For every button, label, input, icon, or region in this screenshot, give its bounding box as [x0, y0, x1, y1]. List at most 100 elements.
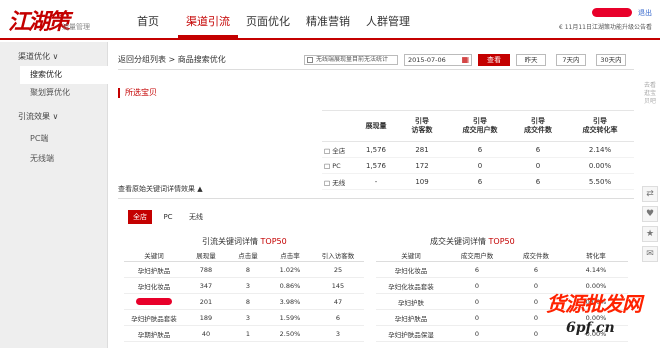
summary-cvr: 2.14% — [588, 145, 612, 154]
summary-row-name: PC — [332, 161, 341, 170]
floating-toolbar: 去看逛宝贝吧 ⇄ ♥ ★ ✉ — [640, 42, 660, 348]
deal-col-cvr: 转化率 — [586, 251, 606, 260]
traffic-col-visitors: 引入访客数 — [321, 251, 355, 260]
calendar-icon[interactable]: ▦ — [461, 56, 469, 64]
keyword-cell[interactable]: 孕期护肤品 — [124, 329, 184, 339]
device-icon: □ — [324, 161, 333, 170]
toolbar: 返回分组列表 > 商品搜索优化 无线端展现量目前无法统计 2015-07-06 … — [118, 52, 634, 70]
summary-items: 6 — [535, 177, 541, 186]
summary-row: □ 全店 1,576 281 6 6 2.14% — [322, 142, 634, 158]
date-input[interactable]: 2015-07-06 ▦ — [404, 54, 472, 66]
sidebar-item-search[interactable]: 搜索优化 — [20, 66, 108, 84]
heart-icon[interactable]: ♥ — [642, 206, 658, 222]
value-cell: 201 — [199, 297, 213, 306]
breadcrumb[interactable]: 返回分组列表 > 商品搜索优化 — [118, 54, 226, 65]
floating-hint: 去看逛宝贝吧 — [644, 82, 657, 105]
value-cell: 1 — [245, 329, 251, 338]
items-header: 引导 成交件数 — [524, 117, 552, 134]
keyword-cell[interactable]: 孕妇护肤品保湿 — [376, 329, 446, 339]
value-cell: 0 — [474, 313, 480, 322]
nav-channel[interactable]: 渠道引流 — [178, 0, 238, 38]
value-cell: 25 — [333, 265, 343, 274]
star-icon[interactable]: ★ — [642, 226, 658, 242]
nav-home[interactable]: 首页 — [118, 0, 178, 38]
deal-col-keyword: 关键词 — [401, 251, 421, 260]
sidebar-item-pc[interactable]: PC端 — [0, 130, 107, 148]
share-icon[interactable]: ⇄ — [642, 186, 658, 202]
traffic-col-ctr: 点击率 — [280, 251, 300, 260]
traffic-title-top50: TOP50 — [260, 237, 287, 246]
traffic-col-impressions: 展现量 — [196, 251, 216, 260]
logo[interactable]: 江湖策 流量管理 — [6, 4, 102, 35]
expand-toggle[interactable]: 查看原始关键词详情效果 ▲ — [118, 184, 203, 194]
summary-impressions: 1,576 — [365, 145, 387, 154]
chat-icon[interactable]: ✉ — [642, 246, 658, 262]
summary-impressions: 1,576 — [365, 161, 387, 170]
sidebar-item-wireless[interactable]: 无线端 — [0, 150, 107, 168]
keyword-cell[interactable] — [124, 298, 184, 306]
value-cell: 47 — [333, 297, 343, 306]
traffic-keywords-table: 关键词 展现量 点击量 点击率 引入访客数 孕妇护肤品 788 8 1.02% 25 孕妇… — [124, 248, 364, 342]
tab-all-store[interactable]: 全店 — [128, 210, 152, 224]
summary-visitors: 281 — [415, 145, 429, 154]
watermark: 货源批发网 — [546, 292, 642, 316]
section-title: 所选宝贝 — [118, 88, 157, 98]
summary-row-label: □ 全店 — [322, 145, 358, 155]
summary-col-blank — [322, 111, 358, 141]
sidebar-group-effect[interactable]: 引流效果 ∨ — [0, 108, 107, 126]
summary-header: 展现量 引导 访客数 引导 成交用户数 引导 成交件数 引导 成交转化率 — [322, 110, 634, 142]
keyword-cell[interactable]: 孕妇护肤 — [376, 297, 446, 307]
nav-page-optimize[interactable]: 页面优化 — [238, 0, 298, 38]
keyword-cell[interactable]: 孕妇护肤品 — [376, 313, 446, 323]
logo-subtitle: 流量管理 — [62, 23, 90, 31]
value-cell: 6 — [335, 313, 341, 322]
value-cell: 347 — [199, 281, 213, 290]
table-row: 孕妇护肤品套装 189 3 1.59% 6 — [124, 310, 364, 326]
summary-cvr: 0.00% — [588, 161, 612, 170]
value-cell: 3 — [335, 329, 341, 338]
user-area: 退出 € 11月11日江湖策功能升级公告看 — [484, 4, 654, 34]
keyword-cell[interactable]: 孕妇护肤品套装 — [124, 313, 184, 323]
divider — [118, 198, 634, 199]
table-row: 孕妇化妆品 6 6 4.14% — [376, 262, 628, 278]
summary-table: 展现量 引导 访客数 引导 成交用户数 引导 成交件数 引导 成交转化率 □ 全店 1,5… — [322, 110, 634, 190]
view-button[interactable]: 查看 — [478, 54, 510, 66]
notice-link[interactable]: € 11月11日江湖策功能升级公告看 — [559, 22, 652, 31]
tab-wireless[interactable]: 无线 — [184, 210, 208, 224]
value-cell: 0 — [533, 329, 539, 338]
summary-impressions: - — [374, 177, 378, 186]
range-yesterday-button[interactable]: 昨天 — [516, 54, 546, 66]
traffic-col-keyword: 关键词 — [144, 251, 164, 260]
summary-row-label: □ 无线 — [322, 177, 358, 187]
range-7days-button[interactable]: 7天内 — [556, 54, 586, 66]
keyword-cell[interactable]: 孕妇护肤品 — [124, 265, 184, 275]
deal-title-top50: TOP50 — [488, 237, 515, 246]
nav-marketing[interactable]: 精准营销 — [298, 0, 358, 38]
date-value: 2015-07-06 — [408, 56, 446, 64]
logout-link[interactable]: 退出 — [638, 8, 652, 18]
summary-buyers: 6 — [477, 145, 483, 154]
summary-row-name: 全店 — [332, 146, 346, 155]
keyword-cell[interactable]: 孕妇化妆品 — [124, 281, 184, 291]
value-cell: 6 — [533, 265, 539, 274]
value-cell: 40 — [201, 329, 211, 338]
table-row: 孕期护肤品 40 1 2.50% 3 — [124, 326, 364, 342]
keyword-cell[interactable]: 孕妇化妆品套装 — [376, 281, 446, 291]
cvr-header: 引导 成交转化率 — [582, 117, 618, 134]
summary-items: 6 — [535, 145, 541, 154]
redacted-keyword — [136, 298, 172, 305]
keyword-cell[interactable]: 孕妇化妆品 — [376, 265, 446, 275]
table-row: 孕妇护肤品 788 8 1.02% 25 — [124, 262, 364, 278]
checkbox-box[interactable] — [307, 57, 313, 63]
redacted-username — [592, 8, 632, 17]
nav-crowd[interactable]: 人群管理 — [358, 0, 418, 38]
wireless-checkbox[interactable]: 无线端展现量目前无法统计 — [304, 55, 398, 65]
tab-pc[interactable]: PC — [156, 210, 180, 224]
traffic-keywords-title: 引流关键词详情 TOP50 — [202, 236, 287, 247]
value-cell: 1.02% — [279, 265, 301, 274]
summary-col-buyers: 引导 成交用户数 — [450, 111, 510, 141]
sidebar-item-juhuasuan[interactable]: 聚划算优化 — [0, 84, 107, 102]
range-30days-button[interactable]: 30天内 — [596, 54, 626, 66]
sidebar: 渠道优化 ∨ 搜索优化 聚划算优化 引流效果 ∨ PC端 无线端 — [0, 42, 108, 348]
sidebar-group-channel[interactable]: 渠道优化 ∨ — [0, 48, 107, 66]
